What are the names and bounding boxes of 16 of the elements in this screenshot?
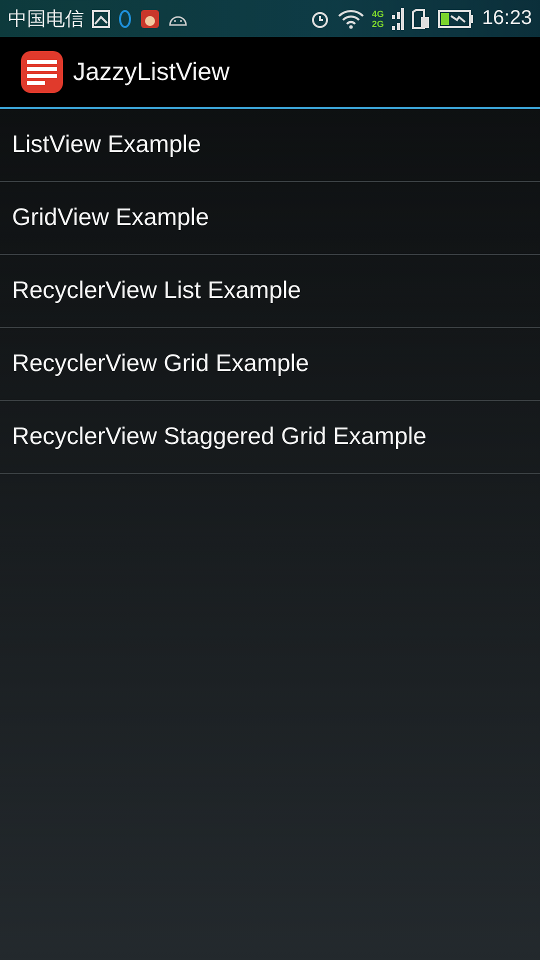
list-item[interactable]: RecyclerView List Example <box>0 255 540 328</box>
list-item[interactable]: RecyclerView Grid Example <box>0 328 540 401</box>
app-logo-icon <box>21 51 63 93</box>
battery-icon <box>438 10 474 28</box>
list-item[interactable]: RecyclerView Staggered Grid Example <box>0 401 540 474</box>
list-item[interactable]: ListView Example <box>0 109 540 182</box>
picture-icon <box>92 10 110 28</box>
wifi-icon <box>338 8 364 28</box>
signal-icon <box>392 8 404 30</box>
network-type: 2G <box>372 18 384 28</box>
carrier-name: 中国电信 <box>8 6 84 32</box>
clock-time: 16:23 <box>482 7 532 30</box>
sim-card-icon <box>412 8 430 28</box>
network-type: 4G <box>372 8 384 18</box>
app-title: JazzyListView <box>73 58 230 86</box>
list-item[interactable]: GridView Example <box>0 182 540 255</box>
